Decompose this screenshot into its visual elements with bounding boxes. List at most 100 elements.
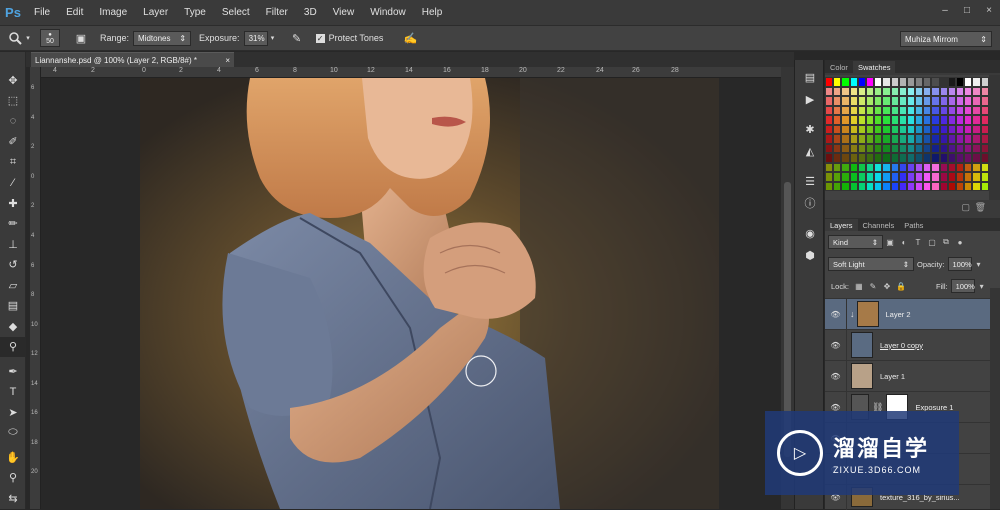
swatch-chip[interactable] — [865, 134, 875, 144]
exposure-dropdown-icon[interactable]: ▾ — [268, 29, 278, 47]
swatch-chip[interactable] — [972, 96, 981, 106]
swatch-chip[interactable] — [833, 134, 842, 144]
exposure-field[interactable]: 31% — [243, 30, 268, 46]
info-panel-icon[interactable]: ⓘ — [795, 192, 825, 214]
brush-presets-icon[interactable]: ✱ — [795, 118, 825, 140]
swatch-chip[interactable] — [906, 115, 916, 125]
document-canvas[interactable] — [140, 78, 719, 509]
swatch-chip[interactable] — [874, 96, 883, 106]
opacity-field[interactable]: 100% — [947, 257, 972, 271]
swatch-chip[interactable] — [890, 153, 899, 163]
swatch-chip[interactable] — [931, 134, 940, 144]
swatch-chip[interactable] — [825, 115, 834, 125]
swatch-chip[interactable] — [956, 115, 965, 125]
swatch-chip[interactable] — [849, 162, 858, 172]
swatch-chip[interactable] — [956, 86, 965, 96]
new-swatch-icon[interactable]: ▢ — [961, 202, 970, 213]
brush-size-picker[interactable]: ● 50 — [40, 29, 60, 47]
filter-toggle-icon[interactable]: ● — [953, 235, 967, 249]
hand-tool-icon[interactable]: ✋ — [0, 447, 26, 468]
marquee-tool-icon[interactable]: ⬚ — [0, 91, 26, 112]
swatch-chip[interactable] — [906, 172, 916, 182]
eye-icon[interactable]: 👁 — [825, 298, 847, 330]
vertical-ruler[interactable]: 6 4 2 0 2 4 6 8 10 12 14 16 18 20 — [30, 67, 41, 509]
swatch-chip[interactable] — [898, 172, 907, 182]
layer-name[interactable]: Layer 1 — [880, 372, 905, 381]
gradient-tool-icon[interactable]: ▤ — [0, 296, 26, 317]
swatch-chip[interactable] — [972, 115, 981, 125]
swatch-chip[interactable] — [833, 115, 842, 125]
swatch-chip[interactable] — [980, 143, 989, 153]
swatch-chip[interactable] — [923, 77, 932, 87]
swatch-chip[interactable] — [964, 181, 973, 191]
clone-stamp-tool-icon[interactable]: ⊥ — [0, 234, 26, 255]
swatch-chip[interactable] — [874, 134, 883, 144]
filter-adjustment-icon[interactable]: ◐ — [897, 235, 911, 249]
swatch-chip[interactable] — [947, 172, 956, 182]
swatch-chip[interactable] — [849, 124, 858, 134]
eye-icon[interactable]: 👁 — [825, 360, 847, 392]
swatch-chip[interactable] — [915, 115, 924, 125]
swatch-chip[interactable] — [874, 105, 883, 115]
swatch-chip[interactable] — [882, 115, 891, 125]
close-tab-icon[interactable]: × — [225, 56, 230, 65]
swatch-chip[interactable] — [939, 143, 948, 153]
swatch-chip[interactable] — [947, 153, 956, 163]
swatch-chip[interactable] — [980, 105, 989, 115]
swatch-chip[interactable] — [825, 181, 834, 191]
swatch-chip[interactable] — [890, 96, 899, 106]
document-tab[interactable]: Liannanshe.psd @ 100% (Layer 2, RGB/8#) … — [31, 52, 234, 67]
swatch-chip[interactable] — [972, 153, 981, 163]
menu-image[interactable]: Image — [91, 7, 135, 18]
swatch-chip[interactable] — [964, 77, 973, 87]
swatch-chip[interactable] — [898, 134, 907, 144]
swatch-chip[interactable] — [898, 77, 907, 87]
swatch-chip[interactable] — [857, 115, 866, 125]
swatch-chip[interactable] — [947, 162, 956, 172]
filter-type-icon[interactable]: T — [911, 235, 925, 249]
swatch-chip[interactable] — [923, 105, 932, 115]
swatch-chip[interactable] — [874, 143, 883, 153]
swatch-chip[interactable] — [956, 77, 965, 87]
swatch-chip[interactable] — [857, 172, 866, 182]
swatch-chip[interactable] — [947, 181, 956, 191]
swatch-chip[interactable] — [857, 143, 866, 153]
type-tool-icon[interactable]: T — [0, 382, 26, 403]
swatch-chip[interactable] — [874, 86, 883, 96]
swatch-chip[interactable] — [882, 86, 891, 96]
swatch-chip[interactable] — [857, 162, 866, 172]
menu-3d[interactable]: 3D — [296, 7, 325, 18]
swatch-chip[interactable] — [841, 115, 850, 125]
swatch-chip[interactable] — [825, 86, 834, 96]
swatch-chip[interactable] — [849, 115, 858, 125]
move-tool-icon[interactable]: ✥ — [0, 70, 26, 91]
swatch-chip[interactable] — [915, 143, 924, 153]
swatch-chip[interactable] — [874, 77, 883, 87]
swatch-chip[interactable] — [980, 172, 989, 182]
filter-shape-icon[interactable]: ▢ — [925, 235, 939, 249]
swatch-chip[interactable] — [898, 143, 907, 153]
lock-transparent-icon[interactable]: ▦ — [852, 279, 866, 293]
swatch-chip[interactable] — [923, 86, 932, 96]
color-swap-icon[interactable]: ⇆ — [0, 488, 26, 509]
swatch-chip[interactable] — [939, 96, 948, 106]
swatch-chip[interactable] — [865, 77, 875, 87]
swatch-chip[interactable] — [833, 77, 842, 87]
swatch-chip[interactable] — [915, 181, 924, 191]
swatch-chip[interactable] — [939, 115, 948, 125]
swatch-chip[interactable] — [915, 96, 924, 106]
maximize-button[interactable]: □ — [956, 0, 978, 20]
swatch-chip[interactable] — [964, 96, 973, 106]
swatch-chip[interactable] — [841, 77, 850, 87]
swatch-chip[interactable] — [931, 96, 940, 106]
swatch-chip[interactable] — [915, 86, 924, 96]
swatch-chip[interactable] — [857, 105, 866, 115]
swatch-chip[interactable] — [841, 134, 850, 144]
tab-color[interactable]: Color — [825, 61, 853, 73]
swatch-chip[interactable] — [841, 181, 850, 191]
swatch-chip[interactable] — [833, 172, 842, 182]
layer-name[interactable]: Layer 0 copy — [880, 341, 923, 350]
swatch-chip[interactable] — [849, 105, 858, 115]
eraser-tool-icon[interactable]: ▱ — [0, 275, 26, 296]
swatch-chip[interactable] — [939, 172, 948, 182]
